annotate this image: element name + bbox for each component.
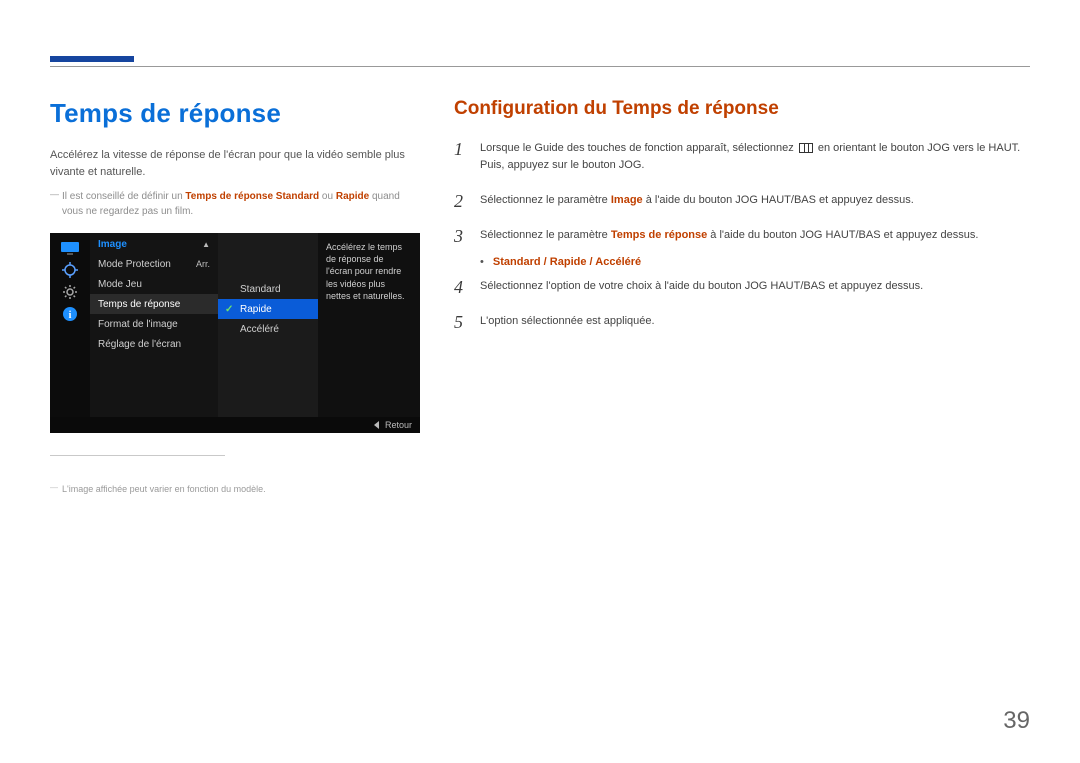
osd-screenshot: i Image ▲ Mode Protection Arr. Mode Jeu T… [50, 233, 420, 433]
osd-item-mode-jeu: Mode Jeu [90, 274, 218, 294]
osd-menu-list: Image ▲ Mode Protection Arr. Mode Jeu Tem… [90, 233, 218, 433]
menu-icon [799, 143, 813, 153]
osd-item-label: Temps de réponse [98, 299, 180, 310]
bullet-icon: • [480, 256, 484, 268]
step-em: Temps de réponse [611, 229, 707, 241]
osd-item-temps-de-reponse: Temps de réponse [90, 294, 218, 314]
step-5: L'option sélectionnée est appliquée. [454, 313, 1030, 330]
advice-note: Il est conseillé de définir un Temps de … [50, 189, 420, 219]
target-icon [58, 261, 82, 279]
osd-option-rapide: Rapide [218, 299, 318, 319]
config-heading: Configuration du Temps de réponse [454, 98, 1030, 120]
osd-footer: Retour [50, 417, 420, 433]
steps-list-cont: Sélectionnez l'option de votre choix à l… [454, 278, 1030, 330]
footnote-rule [50, 455, 225, 456]
step-em: Image [611, 194, 643, 206]
osd-item-label: Format de l'image [98, 319, 178, 330]
osd-description: Accélérez le temps de réponse de l'écran… [318, 233, 420, 433]
osd-option-accelere: Accéléré [218, 319, 318, 339]
step-1: Lorsque le Guide des touches de fonction… [454, 140, 1030, 174]
osd-option-standard: Standard [218, 279, 318, 299]
osd-menu-title: Image [98, 239, 127, 250]
step-text: Sélectionnez le paramètre [480, 229, 611, 241]
osd-sidebar: i [50, 233, 90, 433]
osd-item-format-image: Format de l'image [90, 314, 218, 334]
note-em-2: Rapide [336, 191, 369, 202]
options-bullet: • Standard / Rapide / Accéléré [480, 256, 1030, 268]
section-heading: Temps de réponse [50, 98, 420, 129]
osd-item-label: Réglage de l'écran [98, 339, 181, 350]
step-3: Sélectionnez le paramètre Temps de répon… [454, 227, 1030, 244]
info-icon: i [58, 305, 82, 323]
section-intro: Accélérez la vitesse de réponse de l'écr… [50, 147, 420, 181]
note-text: ou [319, 191, 336, 202]
arrow-up-icon: ▲ [202, 240, 210, 249]
option-standard: Standard [493, 256, 541, 268]
osd-options-list: Standard Rapide Accéléré [218, 233, 318, 433]
header-rule [50, 66, 1030, 67]
image-disclaimer: L'image affichée peut varier en fonction… [50, 484, 420, 494]
osd-footer-label: Retour [385, 420, 412, 430]
step-2: Sélectionnez le paramètre Image à l'aide… [454, 192, 1030, 209]
header-accent [50, 56, 134, 62]
osd-item-value: Arr. [196, 259, 210, 269]
monitor-icon [58, 239, 82, 257]
option-rapide: Rapide [550, 256, 587, 268]
step-text: Lorsque le Guide des touches de fonction… [480, 142, 797, 154]
osd-item-mode-protection: Mode Protection Arr. [90, 254, 218, 274]
option-accelere: Accéléré [595, 256, 641, 268]
note-text: Il est conseillé de définir un [62, 191, 185, 202]
osd-item-label: Mode Jeu [98, 279, 142, 290]
osd-item-label: Mode Protection [98, 259, 171, 270]
step-text: à l'aide du bouton JOG HAUT/BAS et appuy… [707, 229, 978, 241]
step-4: Sélectionnez l'option de votre choix à l… [454, 278, 1030, 295]
page-number: 39 [1003, 707, 1030, 735]
step-text: à l'aide du bouton JOG HAUT/BAS et appuy… [643, 194, 914, 206]
arrow-left-icon [374, 421, 379, 429]
step-text: Sélectionnez le paramètre [480, 194, 611, 206]
osd-item-reglage-ecran: Réglage de l'écran [90, 334, 218, 354]
gear-icon [58, 283, 82, 301]
svg-text:i: i [69, 310, 72, 321]
steps-list: Lorsque le Guide des touches de fonction… [454, 140, 1030, 244]
note-em-1: Temps de réponse Standard [185, 191, 319, 202]
